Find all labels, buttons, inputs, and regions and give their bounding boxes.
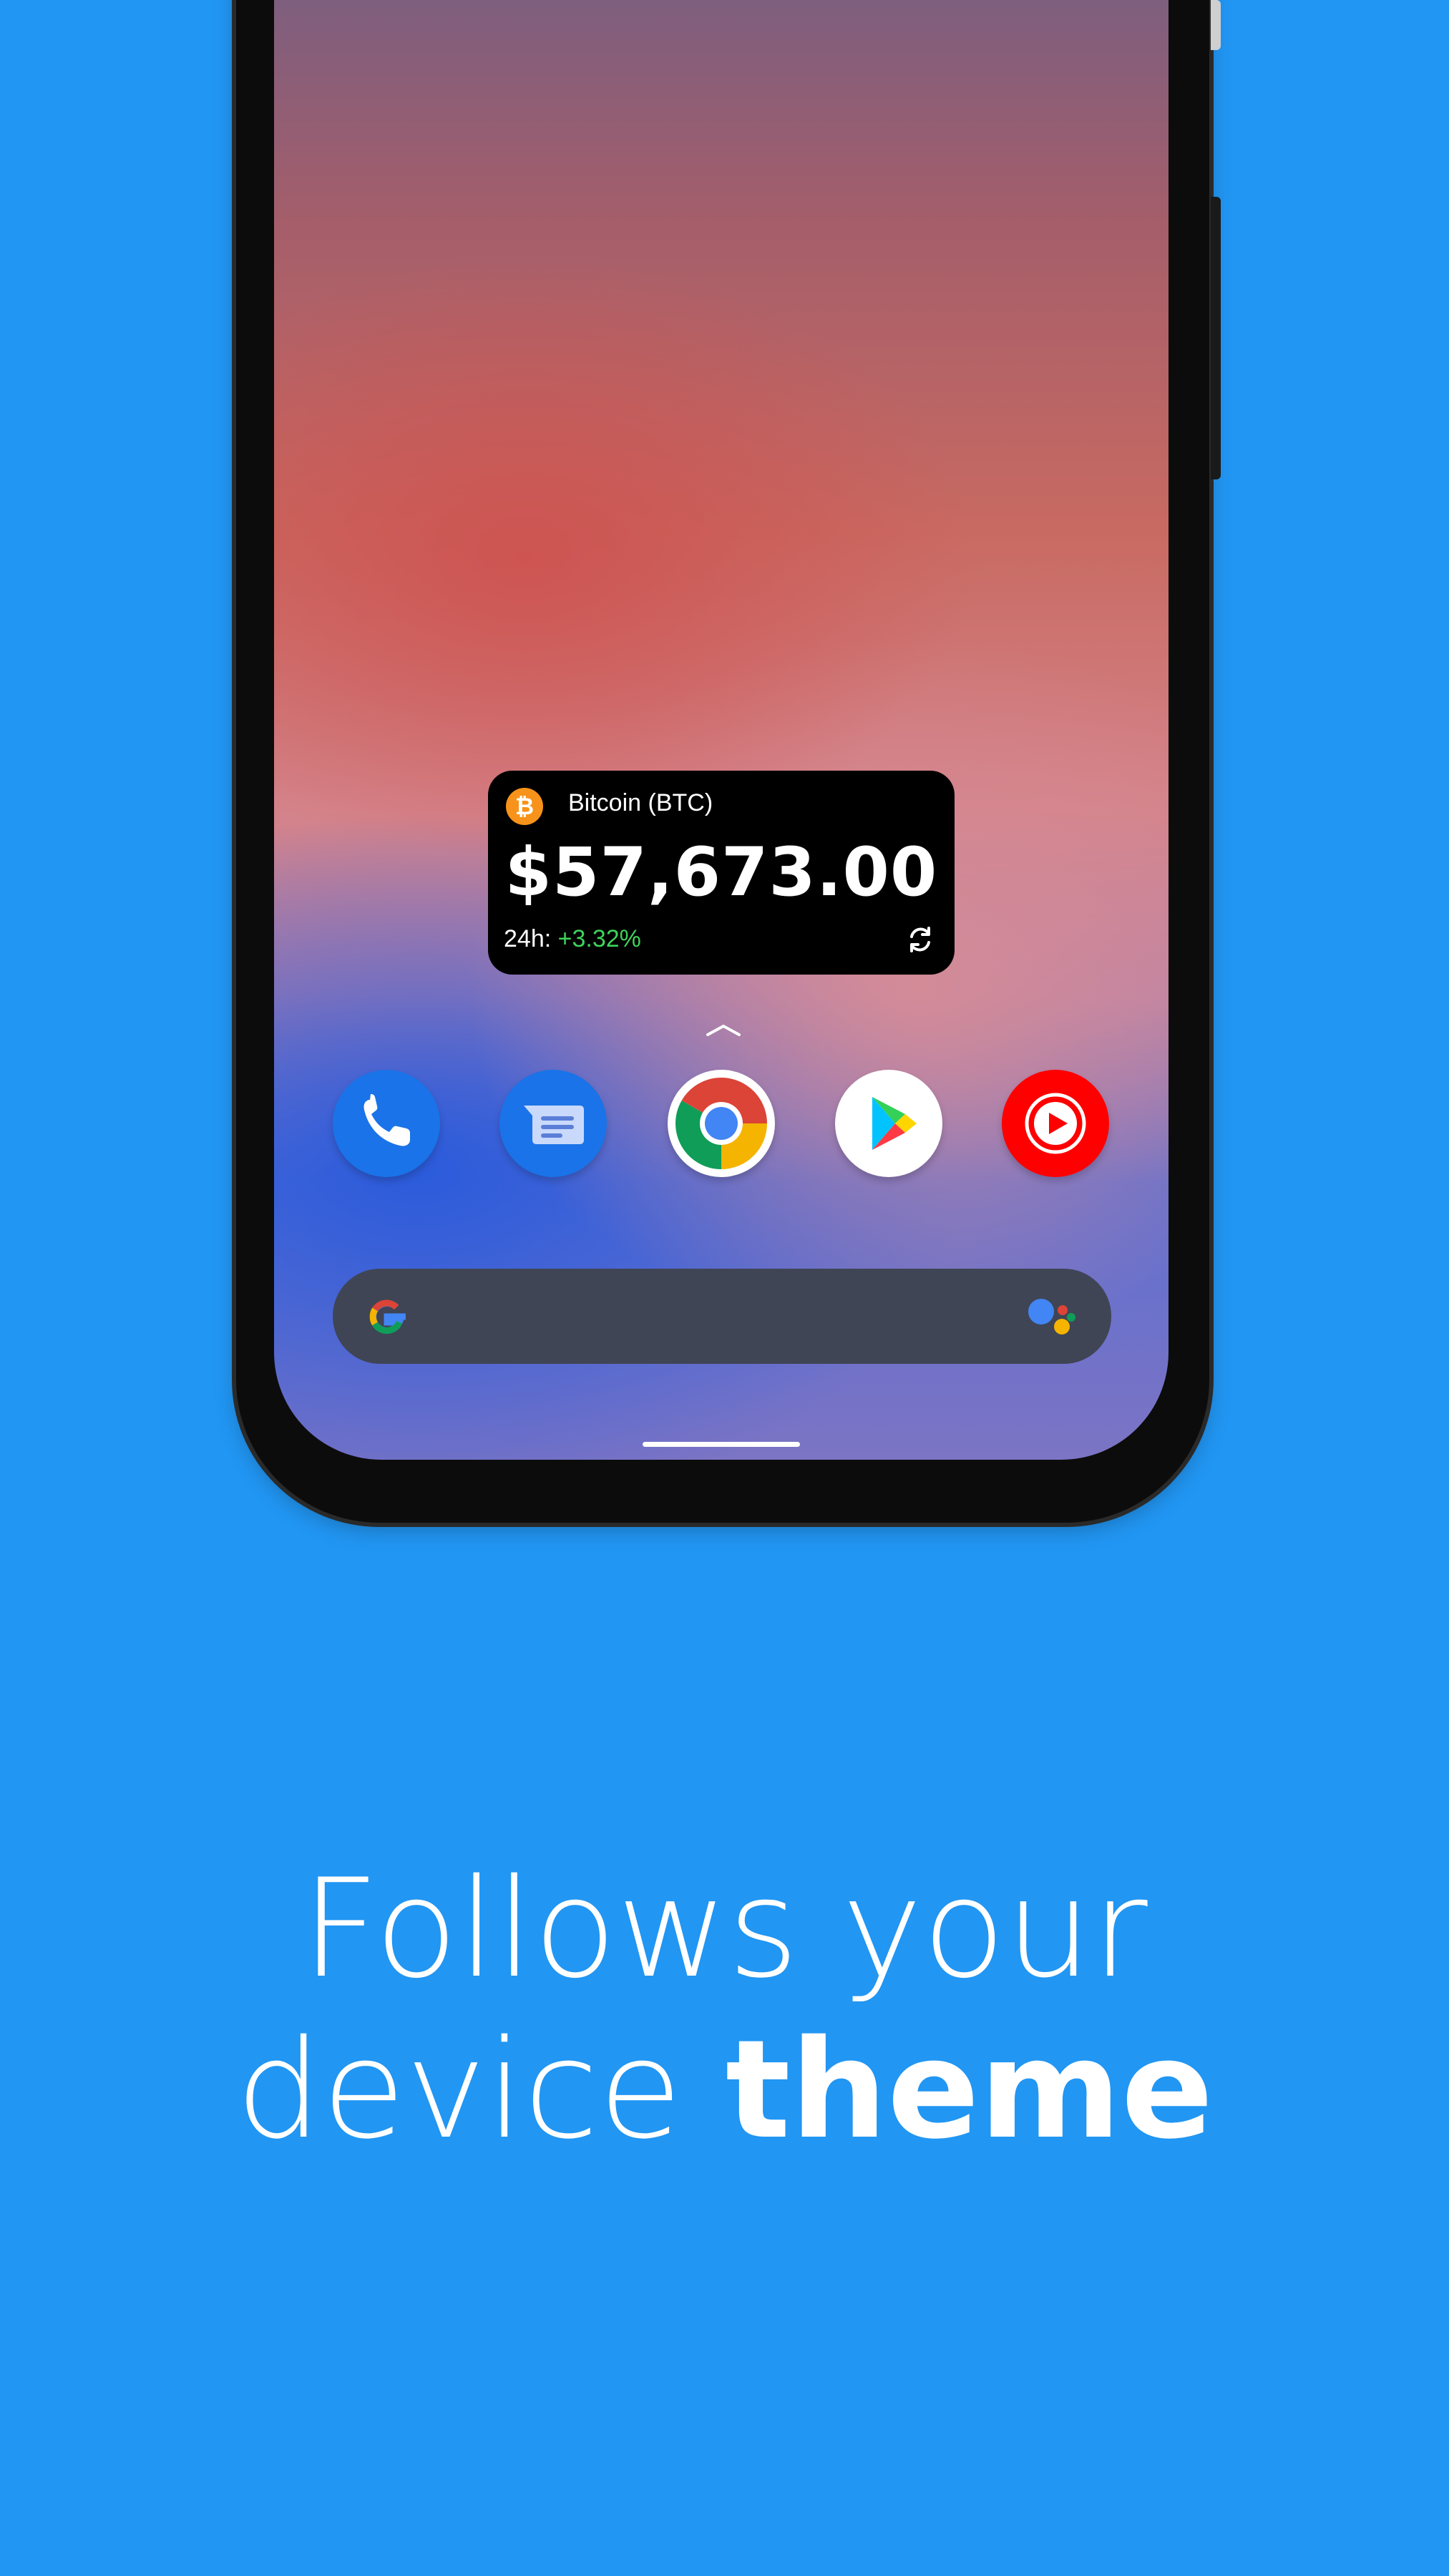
play-store-app-icon[interactable]	[835, 1070, 942, 1177]
caption-bold-text: theme	[725, 2011, 1214, 2169]
messages-icon	[524, 1106, 584, 1144]
caption-regular-text: device	[235, 2011, 683, 2169]
google-g-icon	[369, 1299, 406, 1335]
google-search-bar[interactable]	[333, 1269, 1111, 1364]
chrome-icon	[675, 1078, 767, 1169]
phone-app-icon[interactable]	[333, 1070, 440, 1177]
crypto-price-widget[interactable]: ₿ Bitcoin (BTC) $57,673.00 24h: +3.32%	[488, 771, 955, 975]
bitcoin-icon: ₿	[506, 788, 543, 825]
coin-price: $57,673.00	[504, 834, 938, 912]
volume-button	[1211, 197, 1221, 479]
change-value: +3.32%	[557, 925, 641, 952]
coin-name: Bitcoin (BTC)	[568, 789, 713, 816]
caption-line-1: Follows your	[301, 1850, 1148, 2008]
power-button	[1211, 0, 1221, 50]
chevron-up-icon[interactable]	[705, 1022, 742, 1039]
home-screen	[274, 0, 1169, 1460]
youtube-music-app-icon[interactable]	[1002, 1070, 1109, 1177]
change-label: 24h:	[504, 925, 552, 952]
play-store-icon	[872, 1097, 917, 1150]
assistant-icon[interactable]	[1027, 1296, 1077, 1339]
change-row: 24h: +3.32%	[504, 925, 641, 953]
caption-line-2: device theme	[0, 2009, 1449, 2170]
youtube-music-icon	[1025, 1093, 1086, 1154]
chrome-app-icon[interactable]	[668, 1070, 775, 1177]
phone-icon	[364, 1094, 410, 1146]
refresh-icon[interactable]	[902, 921, 939, 958]
messages-app-icon[interactable]	[499, 1070, 607, 1177]
gesture-nav-bar[interactable]	[643, 1442, 800, 1447]
